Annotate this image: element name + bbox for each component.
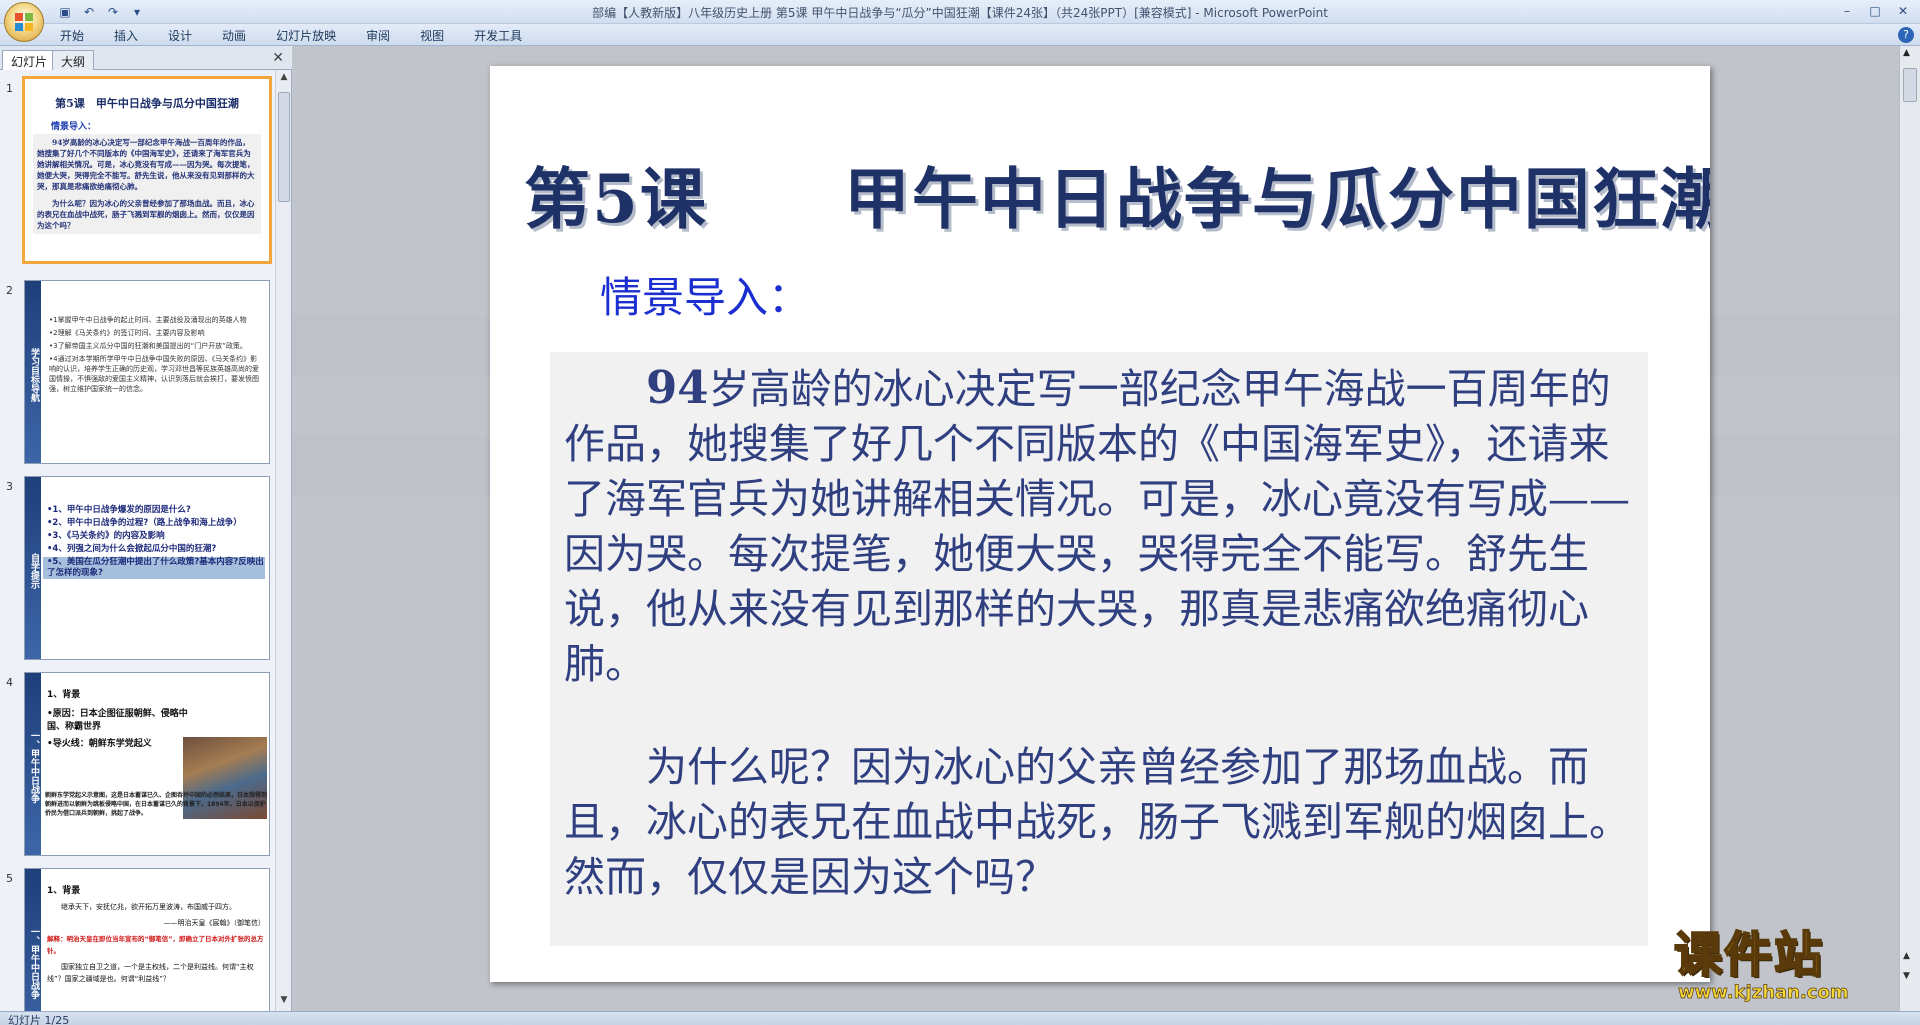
- thumb-subtitle: 情景导入：: [51, 122, 97, 132]
- slide-thumb-3[interactable]: 3 自学提示 •1、甲午中日战争爆发的原因是什么? •2、甲午中日战争的过程?（…: [0, 476, 276, 662]
- slide-thumb-content[interactable]: 第5课 甲午中日战争与瓜分中国狂潮 情景导入： 94岁高龄的冰心决定写一部纪念甲…: [22, 76, 272, 264]
- slide-number: 2: [6, 284, 13, 297]
- thumb-item: •导火线：朝鲜东学党起义: [47, 739, 152, 749]
- tab-home[interactable]: 开始: [60, 27, 84, 44]
- thumb-body: •1掌握甲午中日战争的起止时间、主要战役及涌现出的英雄人物 •2理解《马关条约》…: [25, 281, 269, 401]
- slide-thumb-content[interactable]: 一、甲午中日战争 1、背景 继承天下，安抚亿兆，欲开拓万里波涛，布国威于四方。 …: [24, 868, 270, 1011]
- thumb-heading: 1、背景: [47, 886, 81, 896]
- thumb-item: •4通过对本学期所学甲午中日战争中国失败的原因、《马关条约》影响的认识，培养学生…: [49, 355, 259, 393]
- slides-panel: 幻灯片 大纲 ✕ 1 第5课 甲午中日战争与瓜分中国狂潮 情景导入： 94岁高龄…: [0, 46, 292, 1011]
- slide-number: 5: [6, 872, 13, 885]
- thumb-item: •4、列强之间为什么会掀起瓜分中国的狂潮?: [47, 544, 217, 554]
- slide-thumb-5[interactable]: 5 一、甲午中日战争 1、背景 继承天下，安抚亿兆，欲开拓万里波涛，布国威于四方…: [0, 868, 276, 1011]
- tab-developer[interactable]: 开发工具: [474, 27, 522, 44]
- thumb-item: •3、《马关条约》的内容及影响: [47, 531, 165, 541]
- window-controls: – □ ✕: [1834, 2, 1916, 20]
- office-button[interactable]: [4, 2, 44, 42]
- slide-number: 4: [6, 676, 13, 689]
- tab-review[interactable]: 审阅: [366, 27, 390, 44]
- thumb-item: •2、甲午中日战争的过程?（路上战争和海上战争）: [47, 518, 242, 528]
- scroll-thumb[interactable]: [1903, 68, 1917, 102]
- thumb-side-band: 一、甲午中日战争: [25, 673, 41, 855]
- slide-paragraph-2: 为什么呢？因为冰心的父亲曾经参加了那场血战。而且，冰心的表兄在血战中战死，肠子飞…: [564, 743, 1630, 901]
- tab-slides[interactable]: 幻灯片: [2, 50, 57, 70]
- thumb-heading: 1、背景: [47, 690, 81, 700]
- panel-close-icon[interactable]: ✕: [272, 50, 284, 66]
- panel-tabs: 幻灯片 大纲 ✕: [0, 46, 292, 70]
- thumb-para-1: 94岁高龄的冰心决定写一部纪念甲午海战一百周年的作品，她搜集了好几个不同版本的《…: [37, 138, 255, 191]
- slide-thumb-content[interactable]: 学习目标导航 •1掌握甲午中日战争的起止时间、主要战役及涌现出的英雄人物 •2理…: [24, 280, 270, 464]
- thumb-body: 1、背景 继承天下，安抚亿兆，欲开拓万里波涛，布国威于四方。 ——明治天皇《宸翰…: [25, 869, 269, 989]
- maximize-button[interactable]: □: [1862, 2, 1888, 20]
- scroll-down-icon[interactable]: ▼: [278, 995, 290, 1009]
- tab-animations[interactable]: 动画: [222, 27, 246, 44]
- thumb-item: •3了解帝国主义瓜分中国的狂潮和美国提出的“门户开放”政策。: [49, 342, 247, 350]
- tab-design[interactable]: 设计: [168, 27, 192, 44]
- thumb-note: 解释：明治天皇在即位当年宣布的“御笔信”，即确立了日本对外扩张的总方针。: [47, 935, 264, 955]
- tab-view[interactable]: 视图: [420, 27, 444, 44]
- close-button[interactable]: ✕: [1890, 2, 1916, 20]
- scroll-up-icon[interactable]: ▲: [1903, 48, 1910, 58]
- thumb-quote: 继承天下，安抚亿兆，欲开拓万里波涛，布国威于四方。: [61, 903, 236, 911]
- watermark-url: www.kjzhan.com: [1678, 982, 1849, 1004]
- thumb-item: •1掌握甲午中日战争的起止时间、主要战役及涌现出的英雄人物: [49, 316, 247, 324]
- slide-title[interactable]: 第5课 甲午中日战争与瓜分中国狂潮: [524, 146, 1710, 242]
- watermark-logo: 课件站 www.kjzhan.com: [1673, 927, 1894, 1004]
- slide-paragraph-1: 94岁高龄的冰心决定写一部纪念甲午海战一百周年的作品，她搜集了好几个不同版本的《…: [564, 360, 1634, 692]
- thumb-side-band: 一、甲午中日战争: [25, 869, 41, 1011]
- slide-body-text[interactable]: 94岁高龄的冰心决定写一部纪念甲午海战一百周年的作品，她搜集了好几个不同版本的《…: [550, 352, 1648, 946]
- thumb-body: 94岁高龄的冰心决定写一部纪念甲午海战一百周年的作品，她搜集了好几个不同版本的《…: [33, 134, 261, 234]
- status-bar: 幻灯片 1/25: [0, 1011, 1920, 1025]
- thumb-caption: 朝鲜东学党起义示意图，这是日本蓄谋已久、企图吞并中国的必然结果，日本想得到朝鲜进…: [45, 792, 268, 817]
- watermark-text: 课件站: [1673, 927, 1825, 983]
- window-title: 部编【人教新版】八年级历史上册 第5课 甲午中日战争与“瓜分”中国狂潮【课件24…: [592, 6, 1328, 20]
- thumb-item: •2理解《马关条约》的签订时间、主要内容及影响: [49, 329, 205, 337]
- next-slide-icon[interactable]: ▼: [1903, 971, 1910, 981]
- thumb-title: 第5课 甲午中日战争与瓜分中国狂潮: [55, 97, 239, 110]
- help-icon[interactable]: ?: [1898, 27, 1914, 43]
- scroll-up-icon[interactable]: ▲: [278, 72, 290, 86]
- thumb-item: •原因：日本企图征服朝鲜、侵略中国、称霸世界: [47, 709, 188, 732]
- prev-slide-icon[interactable]: ▲: [1903, 951, 1910, 961]
- minimize-button[interactable]: –: [1834, 2, 1860, 20]
- tab-insert[interactable]: 插入: [114, 27, 138, 44]
- panel-scrollbar[interactable]: ▲ ▼: [275, 70, 291, 1011]
- slide-number: 3: [6, 480, 13, 493]
- current-slide[interactable]: 第5课 甲午中日战争与瓜分中国狂潮 情景导入： 94岁高龄的冰心决定写一部纪念甲…: [490, 66, 1710, 982]
- slide-subtitle[interactable]: 情景导入：: [600, 264, 810, 325]
- slide-thumb-content[interactable]: 一、甲午中日战争 1、背景 •原因：日本企图征服朝鲜、侵略中国、称霸世界 •导火…: [24, 672, 270, 856]
- slide-paragraph-1-text: 岁高龄的冰心决定写一部纪念甲午海战一百周年的作品，她搜集了好几个不同版本的《中国…: [564, 365, 1630, 688]
- slide-thumb-4[interactable]: 4 一、甲午中日战争 1、背景 •原因：日本企图征服朝鲜、侵略中国、称霸世界 •…: [0, 672, 276, 858]
- scroll-thumb[interactable]: [278, 92, 290, 202]
- thumb-para-2: 为什么呢？因为冰心的父亲曾经参加了那场血战。而且，冰心的表兄在血战中战死，肠子飞…: [37, 199, 255, 230]
- thumb-side-band: 学习目标导航: [25, 281, 41, 463]
- tab-slideshow[interactable]: 幻灯片放映: [276, 27, 336, 44]
- tab-outline[interactable]: 大纲: [52, 50, 95, 70]
- ribbon-tabs: 开始 插入 设计 动画 幻灯片放映 审阅 视图 开发工具 ?: [0, 24, 1920, 46]
- slide-thumb-1[interactable]: 1 第5课 甲午中日战争与瓜分中国狂潮 情景导入： 94岁高龄的冰心决定写一部纪…: [0, 76, 276, 270]
- slide-indicator: 幻灯片 1/25: [8, 1014, 70, 1025]
- office-logo-icon: [15, 13, 33, 31]
- slide-thumb-2[interactable]: 2 学习目标导航 •1掌握甲午中日战争的起止时间、主要战役及涌现出的英雄人物 •…: [0, 280, 276, 466]
- thumb-body: •1、甲午中日战争爆发的原因是什么? •2、甲午中日战争的过程?（路上战争和海上…: [25, 477, 269, 585]
- editor-scrollbar[interactable]: ▲ ▲ ▼: [1899, 46, 1920, 1011]
- thumb-side-band: 自学提示: [25, 477, 41, 659]
- slide-thumbnails: 1 第5课 甲午中日战争与瓜分中国狂潮 情景导入： 94岁高龄的冰心决定写一部纪…: [0, 70, 276, 1011]
- thumb-more: 国家独立自卫之道，一个是主权线，二个是利益线。何谓“主权线”？国家之疆域是也。何…: [47, 963, 254, 983]
- slide-age-number: 94: [646, 361, 709, 414]
- thumb-item: •1、甲午中日战争爆发的原因是什么?: [47, 505, 191, 515]
- slide-number: 1: [6, 82, 13, 95]
- thumb-source: ——明治天皇《宸翰》（御笔信）: [163, 919, 266, 927]
- title-bar: ▣ ↶ ↷ ▾ 部编【人教新版】八年级历史上册 第5课 甲午中日战争与“瓜分”中…: [0, 0, 1920, 24]
- slide-thumb-content[interactable]: 自学提示 •1、甲午中日战争爆发的原因是什么? •2、甲午中日战争的过程?（路上…: [24, 476, 270, 660]
- thumb-item: •5、美国在瓜分狂潮中提出了什么政策?基本内容?反映出了怎样的现象?: [43, 557, 265, 579]
